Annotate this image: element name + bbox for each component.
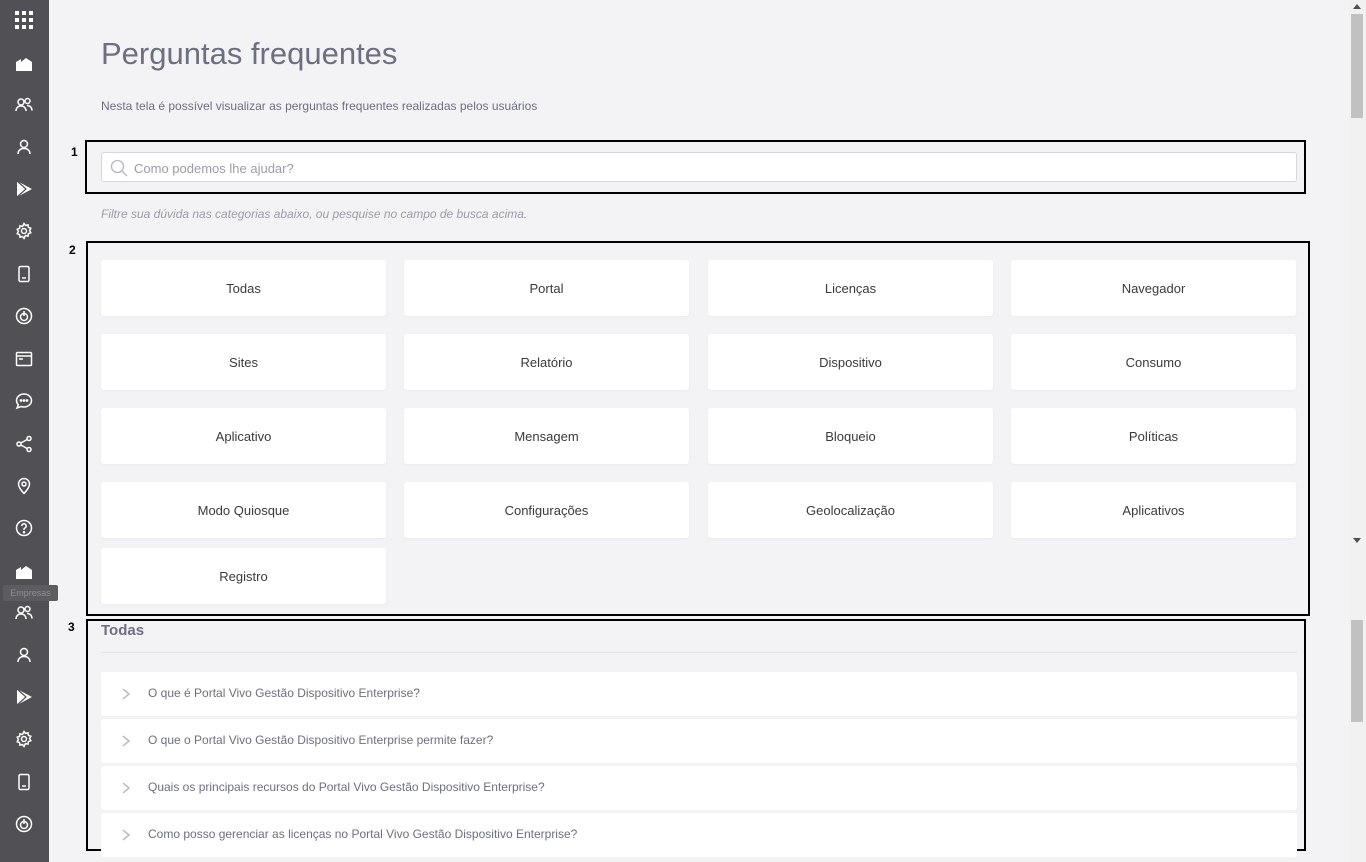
category-mensagem[interactable]: Mensagem xyxy=(404,408,689,464)
settings-gear-icon[interactable] xyxy=(12,219,36,243)
search-icon xyxy=(110,159,128,177)
category-sites[interactable]: Sites xyxy=(101,334,386,390)
scroll-thumb[interactable] xyxy=(1351,620,1363,722)
apps-grid-icon[interactable] xyxy=(12,8,36,32)
browser-window-icon[interactable] xyxy=(12,347,36,371)
users-icon[interactable] xyxy=(12,93,36,117)
settings-gear-icon[interactable] xyxy=(12,727,36,751)
users-icon[interactable] xyxy=(12,601,36,625)
chevron-right-icon xyxy=(122,829,131,841)
location-pin-icon[interactable] xyxy=(12,474,36,498)
scroll-up-arrow-icon[interactable] xyxy=(1353,4,1361,9)
search-bar[interactable] xyxy=(101,152,1297,183)
faq-question: Como posso gerenciar as licenças no Port… xyxy=(148,827,578,841)
sidebar-tooltip: Empresas xyxy=(3,585,58,601)
power-target-icon[interactable] xyxy=(12,304,36,328)
device-icon[interactable] xyxy=(12,262,36,286)
chevron-right-icon xyxy=(122,688,131,700)
category-navegador[interactable]: Navegador xyxy=(1011,260,1296,316)
scroll-thumb[interactable] xyxy=(1351,14,1363,118)
section-divider xyxy=(101,652,1297,653)
category-consumo[interactable]: Consumo xyxy=(1011,334,1296,390)
device-icon[interactable] xyxy=(12,770,36,794)
search-input[interactable] xyxy=(132,153,1286,183)
marker-3: 3 xyxy=(68,620,75,634)
category-configuracoes[interactable]: Configurações xyxy=(404,482,689,538)
faq-question: O que o Portal Vivo Gestão Dispositivo E… xyxy=(148,733,494,747)
faq-item[interactable]: Como posso gerenciar as licenças no Port… xyxy=(101,813,1297,857)
category-geolocalizacao[interactable]: Geolocalização xyxy=(708,482,993,538)
category-licencas[interactable]: Licenças xyxy=(708,260,993,316)
faq-item[interactable]: O que é Portal Vivo Gestão Dispositivo E… xyxy=(101,672,1297,716)
scroll-down-arrow-icon[interactable] xyxy=(1353,538,1361,543)
faq-question: Quais os principais recursos do Portal V… xyxy=(148,780,545,794)
company-icon[interactable] xyxy=(12,51,36,75)
category-bloqueio[interactable]: Bloqueio xyxy=(708,408,993,464)
category-aplicativo[interactable]: Aplicativo xyxy=(101,408,386,464)
sidebar: Empresas xyxy=(0,0,58,862)
company-icon[interactable] xyxy=(12,559,36,583)
category-aplicativos[interactable]: Aplicativos xyxy=(1011,482,1296,538)
marker-1: 1 xyxy=(71,145,78,159)
marker-2: 2 xyxy=(69,243,76,257)
chevron-right-icon xyxy=(122,782,131,794)
chat-icon[interactable] xyxy=(12,389,36,413)
chevron-right-icon xyxy=(122,735,131,747)
category-dispositivo[interactable]: Dispositivo xyxy=(708,334,993,390)
faq-item[interactable]: Quais os principais recursos do Portal V… xyxy=(101,766,1297,810)
category-modo-quiosque[interactable]: Modo Quiosque xyxy=(101,482,386,538)
faq-question: O que é Portal Vivo Gestão Dispositivo E… xyxy=(148,686,420,700)
page-subtitle: Nesta tela é possível visualizar as perg… xyxy=(101,99,538,113)
help-icon[interactable] xyxy=(12,516,36,540)
share-icon[interactable] xyxy=(12,432,36,456)
scrollbar[interactable] xyxy=(1349,0,1366,862)
page-title: Perguntas frequentes xyxy=(101,36,398,71)
category-portal[interactable]: Portal xyxy=(404,260,689,316)
category-relatorio[interactable]: Relatório xyxy=(404,334,689,390)
faq-section-title: Todas xyxy=(101,622,145,639)
power-target-icon[interactable] xyxy=(12,812,36,836)
user-icon[interactable] xyxy=(12,135,36,159)
category-registro[interactable]: Registro xyxy=(101,548,386,604)
play-store-icon[interactable] xyxy=(12,177,36,201)
category-politicas[interactable]: Políticas xyxy=(1011,408,1296,464)
faq-item[interactable]: O que o Portal Vivo Gestão Dispositivo E… xyxy=(101,719,1297,763)
user-icon[interactable] xyxy=(12,643,36,667)
category-todas[interactable]: Todas xyxy=(101,260,386,316)
filter-hint: Filtre sua dúvida nas categorias abaixo,… xyxy=(101,207,528,221)
play-store-icon[interactable] xyxy=(12,685,36,709)
